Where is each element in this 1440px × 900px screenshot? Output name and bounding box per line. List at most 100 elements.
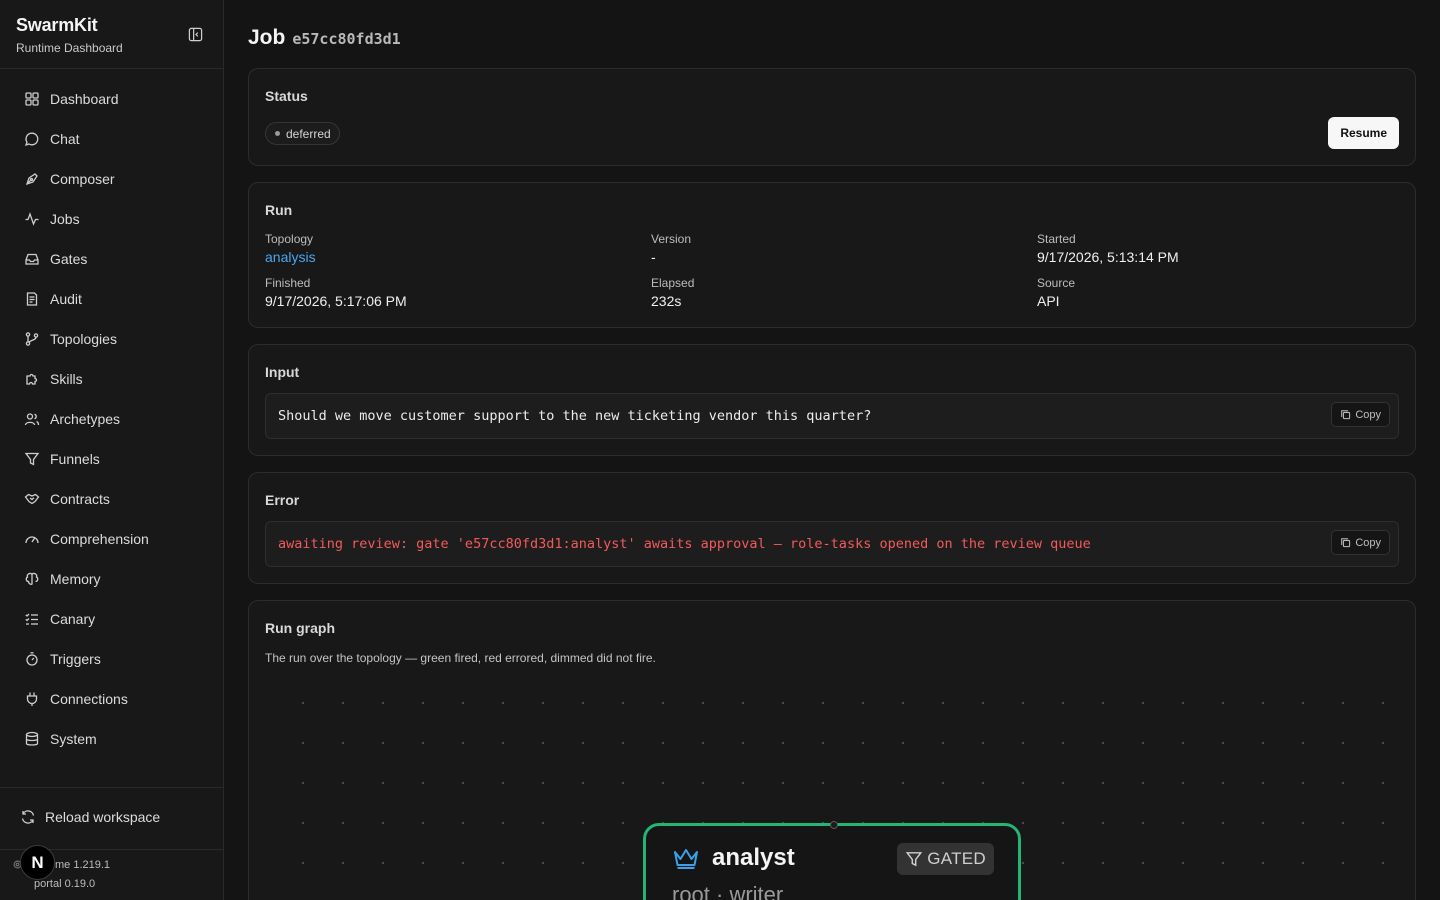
refresh-icon xyxy=(21,810,35,824)
collapse-sidebar-icon[interactable] xyxy=(186,26,204,42)
sidebar-item-contracts[interactable]: Contracts xyxy=(8,479,215,519)
app-name: SwarmKit xyxy=(16,15,98,35)
copy-label: Copy xyxy=(1355,408,1381,421)
funnel-icon xyxy=(905,852,923,867)
error-card-title: Error xyxy=(265,492,300,508)
copy-label: Copy xyxy=(1355,536,1381,549)
app-root: SwarmKit Runtime Dashboard Dashboard Cha… xyxy=(0,0,1440,900)
sidebar-item-label: System xyxy=(50,731,97,747)
run-graph-subtitle: The run over the topology — green fired,… xyxy=(265,651,656,665)
reload-workspace-label: Reload workspace xyxy=(45,809,161,825)
sidebar-item-comprehension[interactable]: Comprehension xyxy=(8,519,215,559)
sidebar-item-triggers[interactable]: Triggers xyxy=(8,639,215,679)
copy-input-button[interactable]: Copy xyxy=(1331,402,1390,427)
status-card: Status deferred Resume xyxy=(248,68,1416,166)
run-graph-card: Run graph The run over the topology — gr… xyxy=(248,600,1416,900)
audit-icon xyxy=(26,292,38,306)
sidebar-item-label: Memory xyxy=(50,571,101,587)
sidebar-item-jobs[interactable]: Jobs xyxy=(8,199,215,239)
sidebar-item-skills[interactable]: Skills xyxy=(8,359,215,399)
branch-icon xyxy=(25,332,39,346)
error-codebox: awaiting review: gate 'e57cc80fd3d1:anal… xyxy=(265,521,1399,567)
topology-link[interactable]: analysis xyxy=(265,249,316,265)
topology-label: Topology xyxy=(265,232,314,246)
sidebar: SwarmKit Runtime Dashboard Dashboard Cha… xyxy=(0,0,224,900)
status-badge-label: deferred xyxy=(286,126,331,141)
inbox-icon xyxy=(25,253,39,265)
sidebar-item-canary[interactable]: Canary xyxy=(8,599,215,639)
input-codebox: Should we move customer support to the n… xyxy=(265,393,1399,439)
node-subtitle: root · writer xyxy=(672,882,784,900)
sidebar-footer: Reload workspace xyxy=(0,787,223,849)
finished-label: Finished xyxy=(265,276,311,290)
run-graph-canvas[interactable]: analyst GATED root · writer xyxy=(265,677,1399,900)
page-title-label: Job xyxy=(248,26,286,49)
chat-icon xyxy=(24,132,39,147)
graph-node-analyst[interactable]: analyst GATED root · writer xyxy=(643,821,1021,900)
sidebar-item-label: Skills xyxy=(50,371,83,387)
version-field: Version - xyxy=(651,232,691,265)
sidebar-item-label: Connections xyxy=(50,691,128,707)
error-text: awaiting review: gate 'e57cc80fd3d1:anal… xyxy=(278,536,1091,552)
dashboard-icon xyxy=(25,92,39,106)
app-subtitle: Runtime Dashboard xyxy=(16,41,123,55)
main-content: Job e57cc80fd3d1 Status deferred Resume … xyxy=(224,0,1440,900)
status-badge: deferred xyxy=(265,122,340,145)
brain-icon xyxy=(25,572,39,585)
brand-header: SwarmKit Runtime Dashboard xyxy=(0,0,223,69)
reload-workspace-button[interactable]: Reload workspace xyxy=(20,809,160,825)
node-input-handle[interactable] xyxy=(830,821,838,829)
sidebar-item-dashboard[interactable]: Dashboard xyxy=(8,79,215,119)
run-graph-title: Run graph xyxy=(265,620,335,636)
copy-error-button[interactable]: Copy xyxy=(1331,530,1390,555)
sidebar-item-label: Comprehension xyxy=(50,531,149,547)
database-icon xyxy=(25,731,39,746)
source-value: API xyxy=(1037,293,1060,309)
sidebar-item-label: Chat xyxy=(50,131,80,147)
users-icon xyxy=(24,413,40,426)
sidebar-item-label: Topologies xyxy=(50,331,117,347)
jobs-icon xyxy=(25,212,39,226)
runtime-version: me 1.219.1 xyxy=(55,859,111,871)
sidebar-item-label: Contracts xyxy=(50,491,110,507)
elapsed-value: 232s xyxy=(651,293,682,309)
sidebar-item-archetypes[interactable]: Archetypes xyxy=(8,399,215,439)
version-label: Version xyxy=(651,232,692,246)
sidebar-item-chat[interactable]: Chat xyxy=(8,119,215,159)
status-dot xyxy=(275,131,280,136)
sidebar-item-memory[interactable]: Memory xyxy=(8,559,215,599)
sidebar-item-label: Archetypes xyxy=(50,411,121,427)
sidebar-item-topologies[interactable]: Topologies xyxy=(8,319,215,359)
plug-icon xyxy=(26,692,38,706)
sidebar-item-funnels[interactable]: Funnels xyxy=(8,439,215,479)
run-card-title: Run xyxy=(265,202,293,218)
avatar[interactable]: N xyxy=(20,845,55,880)
started-value: 9/17/2026, 5:13:14 PM xyxy=(1037,249,1179,265)
input-card-title: Input xyxy=(265,364,300,380)
sidebar-item-system[interactable]: System xyxy=(8,719,215,759)
sidebar-item-label: Gates xyxy=(50,251,88,267)
run-card: Run Topology analysis Version - Started … xyxy=(248,182,1416,328)
error-card: Error awaiting review: gate 'e57cc80fd3d… xyxy=(248,472,1416,584)
sidebar-item-label: Audit xyxy=(50,291,82,307)
puzzle-icon xyxy=(26,373,38,385)
elapsed-field: Elapsed 232s xyxy=(651,276,694,309)
sidebar-item-label: Composer xyxy=(50,171,115,187)
gauge-icon xyxy=(25,536,39,544)
timer-icon xyxy=(26,652,38,666)
checklist-icon xyxy=(25,613,38,625)
sidebar-item-audit[interactable]: Audit xyxy=(8,279,215,319)
resume-button[interactable]: Resume xyxy=(1328,117,1399,149)
page-title: Job e57cc80fd3d1 xyxy=(248,26,401,50)
job-id: e57cc80fd3d1 xyxy=(292,30,401,48)
copy-icon xyxy=(1341,538,1351,548)
sidebar-item-connections[interactable]: Connections xyxy=(8,679,215,719)
started-field: Started 9/17/2026, 5:13:14 PM xyxy=(1037,232,1179,265)
source-label: Source xyxy=(1037,276,1076,290)
finished-value: 9/17/2026, 5:17:06 PM xyxy=(265,293,407,309)
copy-icon xyxy=(1341,410,1351,420)
sidebar-item-label: Triggers xyxy=(50,651,101,667)
handshake-icon xyxy=(24,493,40,505)
sidebar-item-gates[interactable]: Gates xyxy=(8,239,215,279)
sidebar-item-composer[interactable]: Composer xyxy=(8,159,215,199)
